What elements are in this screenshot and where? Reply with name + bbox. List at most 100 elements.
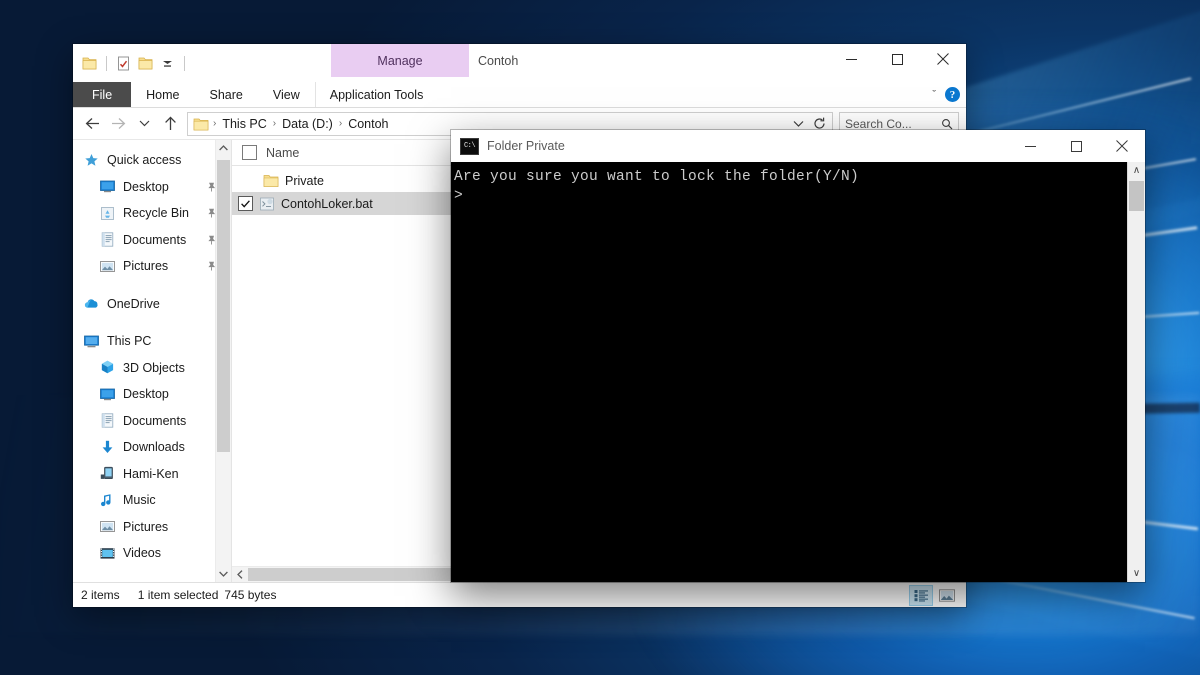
3d-objects-icon [99, 359, 116, 376]
sidebar-item-label: Pictures [123, 519, 169, 534]
sidebar-item-recycle-bin[interactable]: Recycle Bin [73, 200, 231, 227]
recent-locations-button[interactable] [132, 112, 156, 136]
ribbon-right-controls[interactable]: ˇ ? [932, 82, 960, 107]
help-icon[interactable]: ? [945, 87, 960, 102]
quick-access-toolbar[interactable] [73, 44, 194, 82]
navigation-pane[interactable]: Quick access Desktop Recycle Bin Documen… [73, 140, 231, 582]
sidebar-item-label: Desktop [123, 387, 169, 402]
sidebar-item-desktop-pc[interactable]: Desktop [73, 381, 231, 408]
row-checkbox[interactable] [238, 196, 253, 211]
scroll-left-icon[interactable] [232, 567, 248, 582]
sidebar-item-label: Videos [123, 546, 161, 561]
scrollbar-thumb[interactable] [1129, 181, 1144, 211]
sidebar-item-documents[interactable]: Documents [73, 227, 231, 254]
refresh-icon[interactable] [811, 117, 828, 130]
scroll-down-icon[interactable]: ∨ [1128, 565, 1145, 582]
desktop: Manage Contoh File Home Share View Appli… [0, 0, 1200, 675]
scrollbar-thumb[interactable] [217, 160, 230, 452]
new-folder-icon[interactable] [137, 55, 154, 72]
sidebar-item-label: Documents [123, 413, 187, 428]
qat-separator [106, 55, 107, 71]
qat-separator [184, 55, 185, 71]
minimize-button[interactable] [828, 44, 874, 74]
breadcrumb-data-d[interactable]: Data (D:) [278, 117, 337, 131]
tab-view[interactable]: View [258, 82, 315, 107]
search-icon[interactable] [941, 118, 953, 130]
column-header-name[interactable]: Name [266, 146, 299, 160]
contextual-tab-label: Manage [377, 53, 423, 68]
sidebar-item-this-pc[interactable]: This PC [73, 328, 231, 355]
console-scrollbar[interactable]: ∧ ∨ [1127, 162, 1145, 582]
downloads-icon [99, 439, 116, 456]
back-button[interactable] [80, 112, 104, 136]
status-item-count: 2 items [81, 588, 120, 602]
sidebar-item-hami-ken[interactable]: Hami-Ken [73, 461, 231, 488]
explorer-title-bar: Manage Contoh [73, 44, 966, 82]
command-prompt-icon: C:\ [460, 137, 479, 155]
sidebar-item-pictures[interactable]: Pictures [73, 253, 231, 280]
sidebar-item-3d-objects[interactable]: 3D Objects [73, 355, 231, 382]
explorer-caption-buttons[interactable] [828, 44, 966, 74]
tab-application-tools[interactable]: Application Tools [314, 82, 438, 107]
address-folder-icon [193, 117, 209, 131]
folder-icon[interactable] [81, 55, 98, 72]
address-bar-right[interactable] [790, 117, 830, 130]
sidebar-item-label: Recycle Bin [123, 206, 189, 221]
large-icons-view-button[interactable] [936, 586, 958, 605]
scroll-down-icon[interactable] [216, 566, 231, 582]
select-all-checkbox[interactable] [242, 145, 257, 160]
breadcrumb-separator: › [272, 118, 277, 129]
console-output[interactable]: Are you sure you want to lock the folder… [451, 162, 1127, 582]
console-body: Are you sure you want to lock the folder… [451, 162, 1145, 582]
bat-file-icon [259, 196, 275, 212]
scroll-up-icon[interactable] [216, 140, 231, 156]
star-icon [83, 152, 100, 169]
breadcrumb-this-pc[interactable]: This PC [218, 117, 270, 131]
sidebar-item-downloads[interactable]: Downloads [73, 434, 231, 461]
command-prompt-window[interactable]: C:\ Folder Private Are you sure you want… [451, 130, 1145, 582]
console-caption-buttons[interactable] [1007, 131, 1145, 161]
ribbon-tab-strip[interactable]: File Home Share View Application Tools ˇ… [73, 82, 966, 108]
scrollbar-track[interactable] [1128, 179, 1145, 565]
tab-file[interactable]: File [73, 82, 132, 107]
scroll-up-icon[interactable]: ∧ [1128, 162, 1145, 179]
breadcrumb-contoh[interactable]: Contoh [344, 117, 392, 131]
videos-icon [99, 545, 116, 562]
scrollbar-track[interactable] [216, 156, 231, 566]
details-view-button[interactable] [909, 584, 933, 606]
view-buttons[interactable] [909, 584, 958, 606]
breadcrumb-separator: › [338, 118, 343, 129]
maximize-button[interactable] [874, 44, 920, 74]
close-button[interactable] [1099, 131, 1145, 161]
properties-icon[interactable] [115, 55, 132, 72]
tab-share[interactable]: Share [195, 82, 258, 107]
contextual-tab-manage[interactable]: Manage [331, 44, 469, 77]
search-input[interactable]: Search Co... [845, 117, 912, 131]
maximize-button[interactable] [1053, 131, 1099, 161]
address-dropdown-icon[interactable] [790, 120, 807, 128]
desktop-icon [99, 178, 116, 195]
navigation-pane-scrollbar[interactable] [215, 140, 231, 582]
minimize-button[interactable] [1007, 131, 1053, 161]
sidebar-item-pictures-pc[interactable]: Pictures [73, 514, 231, 541]
up-button[interactable] [158, 112, 182, 136]
nav-group-gap [73, 280, 231, 291]
sidebar-item-label: This PC [107, 334, 152, 349]
pictures-icon [99, 258, 116, 275]
forward-button[interactable] [106, 112, 130, 136]
sidebar-item-label: 3D Objects [123, 360, 185, 375]
close-button[interactable] [920, 44, 966, 74]
sidebar-item-videos[interactable]: Videos [73, 540, 231, 567]
customize-qat-icon[interactable] [159, 55, 176, 72]
sidebar-item-desktop[interactable]: Desktop [73, 174, 231, 201]
sidebar-item-label: Documents [123, 232, 187, 247]
sidebar-item-quick-access[interactable]: Quick access [73, 147, 231, 174]
sidebar-item-label: Pictures [123, 259, 169, 274]
explorer-window-title: Contoh [478, 54, 519, 68]
sidebar-item-onedrive[interactable]: OneDrive [73, 291, 231, 318]
collapse-ribbon-icon[interactable]: ˇ [932, 89, 936, 101]
sidebar-item-music[interactable]: Music [73, 487, 231, 514]
breadcrumb-separator: › [213, 118, 217, 129]
sidebar-item-documents-pc[interactable]: Documents [73, 408, 231, 435]
tab-home[interactable]: Home [131, 82, 194, 107]
